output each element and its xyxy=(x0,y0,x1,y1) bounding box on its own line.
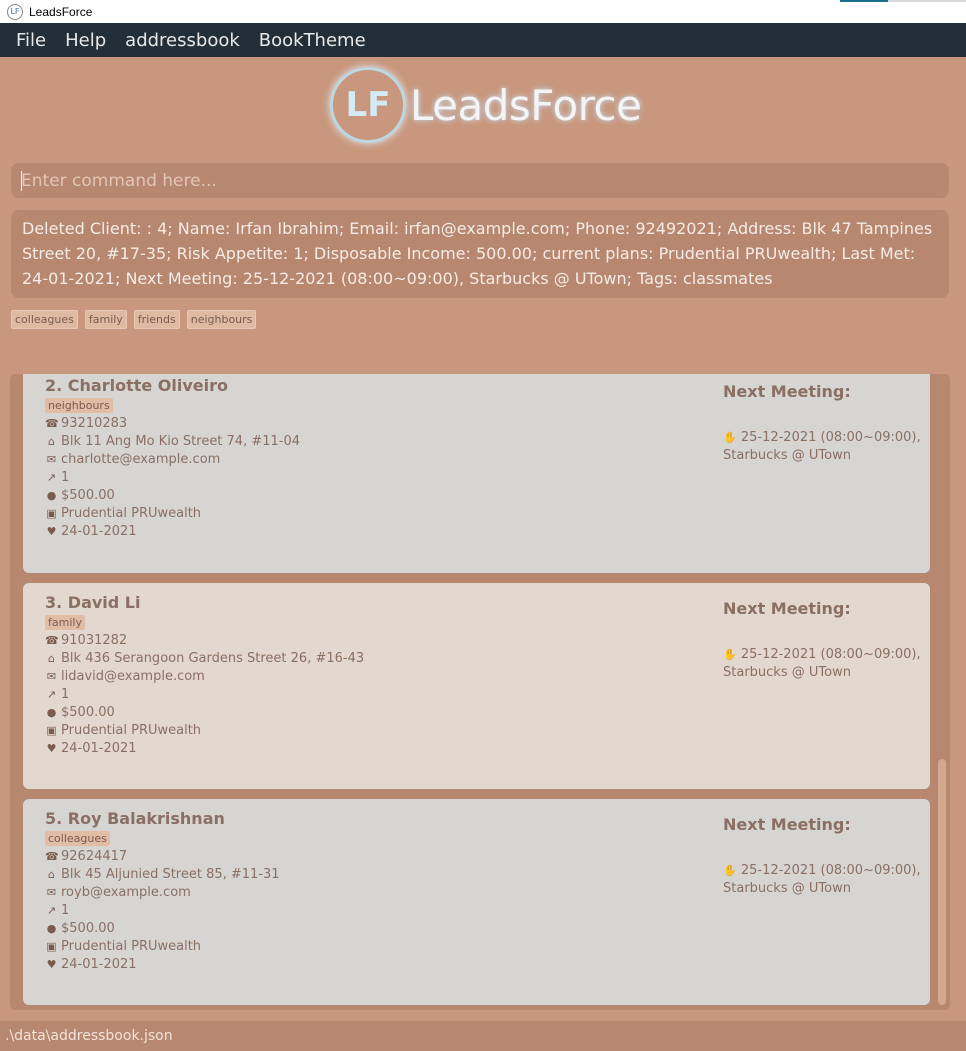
email-field: ✉ charlotte@example.com xyxy=(46,452,221,467)
client-tag: family xyxy=(45,615,85,630)
mail-icon: ✉ xyxy=(46,670,57,683)
menu-help[interactable]: Help xyxy=(65,30,106,51)
tag-family[interactable]: family xyxy=(84,310,127,329)
client-name: 5. Roy Balakrishnan xyxy=(45,809,225,828)
next-meeting-value: ✋ 25-12-2021 (08:00~09:00), Starbucks @ … xyxy=(723,647,921,680)
risk-field: ↗ 1 xyxy=(46,687,70,702)
phone-icon: ☎ xyxy=(45,634,59,647)
client-tag: neighbours xyxy=(45,398,113,413)
plan-field: ▣ Prudential PRUwealth xyxy=(46,723,202,738)
email-field: ✉ lidavid@example.com xyxy=(46,669,205,684)
bank-icon: ▣ xyxy=(46,724,57,737)
mail-icon: ✉ xyxy=(46,886,57,899)
bank-icon: ▣ xyxy=(46,507,57,520)
money-bag-icon: ● xyxy=(46,706,57,719)
next-meeting-label: Next Meeting: xyxy=(723,382,851,401)
address-field: ⌂ Blk 45 Aljunied Street 85, #11-31 xyxy=(45,867,280,882)
tag-friends[interactable]: friends xyxy=(133,310,180,329)
client-card[interactable]: 5. Roy Balakrishnan colleagues ☎ 92624417… xyxy=(23,799,930,1005)
client-card[interactable]: 2. Charlotte Oliveiro neighbours ☎ 932102… xyxy=(23,374,930,573)
list-scrollbar-thumb[interactable] xyxy=(938,759,946,1005)
next-meeting-label: Next Meeting: xyxy=(723,599,851,618)
address-field: ⌂ Blk 11 Ang Mo Kio Street 74, #11-04 xyxy=(45,434,300,449)
client-name: 2. Charlotte Oliveiro xyxy=(45,376,229,395)
client-card[interactable]: 3. David Li family ☎ 91031282 ⌂ Blk 436 Se… xyxy=(23,583,930,789)
home-icon: ⌂ xyxy=(48,435,55,448)
heart-icon: ♥ xyxy=(46,525,57,538)
result-display: Deleted Client: : 4; Name: Irfan Ibrahim… xyxy=(11,210,949,298)
email-field: ✉ royb@example.com xyxy=(46,885,191,900)
data-file-path: .\data\addressbook.json xyxy=(5,1028,173,1044)
next-meeting-value: ✋ 25-12-2021 (08:00~09:00), Starbucks @ … xyxy=(723,863,921,896)
logo-text: LeadsForce xyxy=(410,80,642,130)
client-name: 3. David Li xyxy=(45,593,141,612)
handshake-icon: ✋ xyxy=(723,864,737,877)
phone-field: ☎ 92624417 xyxy=(45,849,128,864)
next-meeting-label: Next Meeting: xyxy=(723,815,851,834)
logo-mark-icon: LF xyxy=(330,67,406,143)
tag-neighbours[interactable]: neighbours xyxy=(186,310,257,329)
risk-field: ↗ 1 xyxy=(46,903,70,918)
last-met-field: ♥ 24-01-2021 xyxy=(46,957,137,972)
home-icon: ⌂ xyxy=(48,652,55,665)
address-field: ⌂ Blk 436 Serangoon Gardens Street 26, #1… xyxy=(45,651,364,666)
money-bag-icon: ● xyxy=(46,489,57,502)
chart-icon: ↗ xyxy=(46,471,57,484)
chart-icon: ↗ xyxy=(46,688,57,701)
window-control-strip-2[interactable] xyxy=(888,0,966,2)
menu-addressbook[interactable]: addressbook xyxy=(125,30,240,51)
command-input[interactable] xyxy=(21,170,939,191)
client-list-panel[interactable]: 2. Charlotte Oliveiro neighbours ☎ 932102… xyxy=(10,374,950,1010)
window-title: LeadsForce xyxy=(29,4,93,19)
heart-icon: ♥ xyxy=(46,742,57,755)
income-field: ● $500.00 xyxy=(46,705,115,720)
phone-field: ☎ 91031282 xyxy=(45,633,128,648)
plan-field: ▣ Prudential PRUwealth xyxy=(46,939,202,954)
menu-bar: File Help addressbook BookTheme xyxy=(0,23,966,57)
plan-field: ▣ Prudential PRUwealth xyxy=(46,506,202,521)
last-met-field: ♥ 24-01-2021 xyxy=(46,741,137,756)
menu-booktheme[interactable]: BookTheme xyxy=(259,30,366,51)
tag-colleagues[interactable]: colleagues xyxy=(11,310,78,329)
menu-file[interactable]: File xyxy=(16,30,46,51)
handshake-icon: ✋ xyxy=(723,648,737,661)
client-tag: colleagues xyxy=(45,831,110,846)
last-met-field: ♥ 24-01-2021 xyxy=(46,524,137,539)
tag-list: colleagues family friends neighbours xyxy=(11,310,257,329)
heart-icon: ♥ xyxy=(46,958,57,971)
phone-field: ☎ 93210283 xyxy=(45,416,128,431)
window-titlebar: LF LeadsForce xyxy=(0,0,966,23)
risk-field: ↗ 1 xyxy=(46,470,70,485)
phone-icon: ☎ xyxy=(45,417,59,430)
app-logo-icon: LF xyxy=(7,3,23,20)
money-bag-icon: ● xyxy=(46,922,57,935)
phone-icon: ☎ xyxy=(45,850,59,863)
command-box xyxy=(11,163,949,198)
status-bar: .\data\addressbook.json xyxy=(0,1021,966,1051)
chart-icon: ↗ xyxy=(46,904,57,917)
app-logo: LF LeadsForce xyxy=(330,67,642,143)
result-text: Deleted Client: : 4; Name: Irfan Ibrahim… xyxy=(22,219,933,288)
text-caret xyxy=(21,171,22,191)
handshake-icon: ✋ xyxy=(723,431,737,444)
mail-icon: ✉ xyxy=(46,453,57,466)
home-icon: ⌂ xyxy=(48,868,55,881)
bank-icon: ▣ xyxy=(46,940,57,953)
next-meeting-value: ✋ 25-12-2021 (08:00~09:00), Starbucks @ … xyxy=(723,430,921,463)
window-control-strip[interactable] xyxy=(840,0,888,2)
income-field: ● $500.00 xyxy=(46,921,115,936)
income-field: ● $500.00 xyxy=(46,488,115,503)
